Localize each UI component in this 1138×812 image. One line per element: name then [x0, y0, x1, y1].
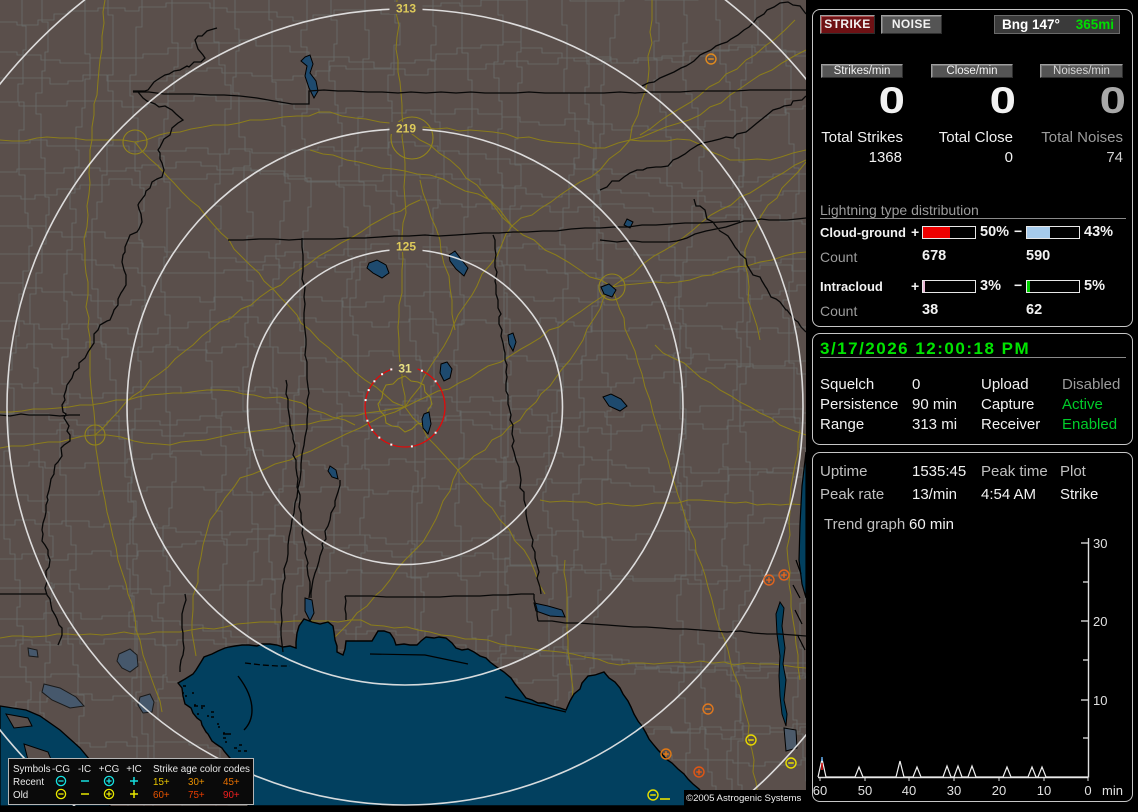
svg-text:75+: 75+ [188, 790, 205, 801]
svg-text:20: 20 [1093, 614, 1107, 629]
svg-text:30: 30 [1093, 536, 1107, 551]
svg-text:Symbols: Symbols [13, 764, 51, 775]
svg-text:Old: Old [13, 790, 28, 801]
svg-text:0: 0 [1084, 783, 1091, 798]
svg-text:60: 60 [813, 783, 827, 798]
svg-text:10: 10 [1093, 693, 1107, 708]
svg-text:50: 50 [858, 783, 872, 798]
svg-text:Strike age color codes: Strike age color codes [153, 764, 250, 775]
svg-text:©2005 Astrogenic Systems: ©2005 Astrogenic Systems [686, 793, 802, 804]
svg-text:31: 31 [398, 362, 412, 376]
svg-text:Recent: Recent [13, 777, 44, 788]
svg-text:20: 20 [992, 783, 1006, 798]
svg-text:90+: 90+ [223, 790, 240, 801]
svg-text:min: min [1102, 783, 1123, 798]
svg-text:+IC: +IC [126, 764, 142, 775]
svg-text:10: 10 [1037, 783, 1051, 798]
svg-text:30: 30 [947, 783, 961, 798]
svg-text:125: 125 [396, 240, 416, 254]
svg-text:313: 313 [396, 2, 416, 16]
svg-text:+CG: +CG [99, 764, 119, 775]
svg-text:15+: 15+ [153, 777, 170, 788]
svg-text:45+: 45+ [223, 777, 240, 788]
svg-text:219: 219 [396, 122, 416, 136]
svg-text:-IC: -IC [78, 764, 91, 775]
svg-text:60+: 60+ [153, 790, 170, 801]
svg-text:30+: 30+ [188, 777, 205, 788]
svg-text:40: 40 [902, 783, 916, 798]
svg-text:-CG: -CG [52, 764, 70, 775]
